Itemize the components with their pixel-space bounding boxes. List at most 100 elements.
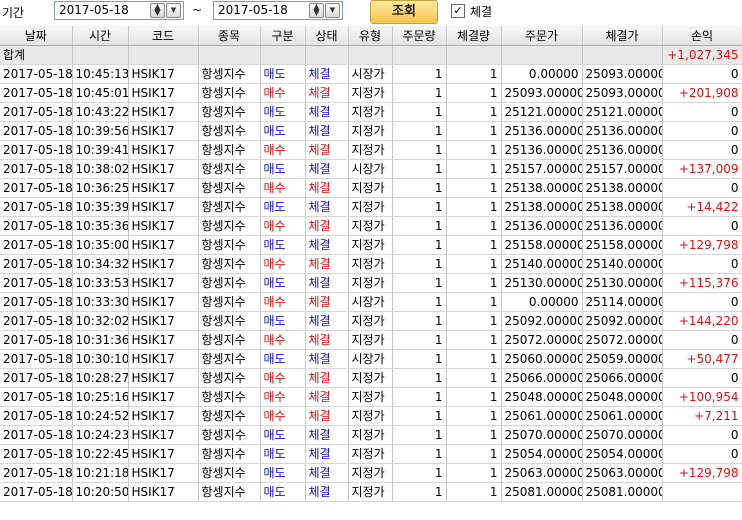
cell-side: 매수	[260, 406, 306, 426]
cell-order-price: 25138.00000	[501, 178, 583, 198]
cell-time: 10:35:36	[72, 216, 129, 236]
table-row[interactable]: 2017-05-18 10:33:53 HSIK17 항셍지수 매도 체결 지정가 1 1 251…	[0, 273, 742, 293]
cell-time: 10:33:30	[72, 292, 129, 312]
table-row[interactable]: 2017-05-18 10:32:02 HSIK17 항셍지수 매도 체결 지정가 1 1 250…	[0, 311, 742, 331]
table-row[interactable]: 2017-05-18 10:20:50 HSIK17 항셍지수 매도 체결 지정가 1 1 250…	[0, 482, 742, 502]
header-order-qty[interactable]: 주문량	[392, 26, 447, 46]
cell-pnl: +7,211	[662, 406, 742, 426]
cell-filled-qty: 1	[446, 368, 502, 388]
execution-table: 날짜 시간 코드 종목 구분 상태 유형 주문량 체결량 주문가 체결가 손익 …	[0, 26, 742, 502]
end-date-dropdown-icon[interactable]: ▼	[325, 3, 340, 18]
table-row[interactable]: 2017-05-18 10:45:01 HSIK17 항셍지수 매수 체결 지정가 1 1 250…	[0, 83, 742, 103]
header-code[interactable]: 코드	[128, 26, 199, 46]
cell-order-price: 25136.00000	[501, 121, 583, 141]
cell-name: 항셍지수	[198, 292, 261, 312]
table-row[interactable]: 2017-05-18 10:30:10 HSIK17 항셍지수 매도 체결 시장가 1 1 250…	[0, 349, 742, 369]
cell-fill-price: 25081.00000	[582, 482, 663, 502]
table-row[interactable]: 2017-05-18 10:21:18 HSIK17 항셍지수 매도 체결 지정가 1 1 250…	[0, 463, 742, 483]
cell-order-price: 25130.00000	[501, 273, 583, 293]
cell-date: 2017-05-18	[0, 273, 73, 293]
cell-order-price: 25060.00000	[501, 349, 583, 369]
cell-date: 2017-05-18	[0, 159, 73, 179]
search-button[interactable]: 조회	[370, 0, 438, 24]
table-row[interactable]: 2017-05-18 10:28:27 HSIK17 항셍지수 매수 체결 지정가 1 1 250…	[0, 368, 742, 388]
cell-name: 항셍지수	[198, 140, 261, 160]
cell-code: HSIK17	[128, 102, 199, 122]
header-filled-qty[interactable]: 체결량	[446, 26, 502, 46]
filled-checkbox[interactable]: ✓	[451, 4, 465, 18]
cell-filled-qty: 1	[446, 482, 502, 502]
table-row[interactable]: 2017-05-18 10:24:23 HSIK17 항셍지수 매도 체결 지정가 1 1 250…	[0, 425, 742, 445]
table-row[interactable]: 2017-05-18 10:45:13 HSIK17 항셍지수 매도 체결 시장가 1 1 0.0…	[0, 64, 742, 84]
cell-name: 항셍지수	[198, 159, 261, 179]
cell-filled-qty: 1	[446, 311, 502, 331]
summary-empty	[501, 45, 583, 65]
execution-grid[interactable]: 날짜 시간 코드 종목 구분 상태 유형 주문량 체결량 주문가 체결가 손익 …	[0, 26, 742, 520]
cell-status: 체결	[305, 64, 349, 84]
cell-status: 체결	[305, 254, 349, 274]
cell-side: 매수	[260, 330, 306, 350]
end-date-input[interactable]: 2017-05-18 ▲ ▼ ▼	[213, 1, 343, 20]
cell-side: 매도	[260, 102, 306, 122]
cell-side: 매수	[260, 140, 306, 160]
cell-status: 체결	[305, 140, 349, 160]
cell-order-qty: 1	[392, 330, 447, 350]
table-row[interactable]: 2017-05-18 10:39:41 HSIK17 항셍지수 매수 체결 지정가 1 1 251…	[0, 140, 742, 160]
cell-side: 매도	[260, 273, 306, 293]
table-row[interactable]: 2017-05-18 10:35:00 HSIK17 항셍지수 매도 체결 지정가 1 1 251…	[0, 235, 742, 255]
header-pnl[interactable]: 손익	[662, 26, 742, 46]
start-date-dropdown-icon[interactable]: ▼	[166, 3, 181, 18]
header-time[interactable]: 시간	[72, 26, 129, 46]
table-row[interactable]: 2017-05-18 10:25:16 HSIK17 항셍지수 매수 체결 지정가 1 1 250…	[0, 387, 742, 407]
summary-label: 합계	[0, 45, 73, 65]
table-row[interactable]: 2017-05-18 10:31:36 HSIK17 항셍지수 매수 체결 지정가 1 1 250…	[0, 330, 742, 350]
table-row[interactable]: 2017-05-18 10:22:45 HSIK17 항셍지수 매도 체결 지정가 1 1 250…	[0, 444, 742, 464]
cell-time: 10:34:32	[72, 254, 129, 274]
cell-type: 지정가	[348, 102, 393, 122]
header-order-price[interactable]: 주문가	[501, 26, 583, 46]
table-row[interactable]: 2017-05-18 10:36:25 HSIK17 항셍지수 매수 체결 지정가 1 1 251…	[0, 178, 742, 198]
cell-side: 매수	[260, 254, 306, 274]
cell-pnl: +201,908	[662, 83, 742, 103]
cell-order-qty: 1	[392, 121, 447, 141]
cell-time: 10:24:23	[72, 425, 129, 445]
cell-pnl: +129,798	[662, 463, 742, 483]
cell-date: 2017-05-18	[0, 254, 73, 274]
cell-status: 체결	[305, 444, 349, 464]
cell-date: 2017-05-18	[0, 197, 73, 217]
cell-order-price: 25092.00000	[501, 311, 583, 331]
cell-type: 지정가	[348, 197, 393, 217]
table-row[interactable]: 2017-05-18 10:35:39 HSIK17 항셍지수 매도 체결 지정가 1 1 251…	[0, 197, 742, 217]
header-status[interactable]: 상태	[305, 26, 349, 46]
cell-status: 체결	[305, 159, 349, 179]
cell-pnl: 0	[662, 64, 742, 84]
header-name[interactable]: 종목	[198, 26, 261, 46]
cell-filled-qty: 1	[446, 216, 502, 236]
cell-order-price: 25054.00000	[501, 444, 583, 464]
cell-order-qty: 1	[392, 140, 447, 160]
cell-code: HSIK17	[128, 159, 199, 179]
end-date-spin-icon[interactable]: ▲ ▼	[309, 3, 324, 18]
table-row[interactable]: 2017-05-18 10:34:32 HSIK17 항셍지수 매수 체결 지정가 1 1 251…	[0, 254, 742, 274]
cell-fill-price: 25072.00000	[582, 330, 663, 350]
cell-name: 항셍지수	[198, 216, 261, 236]
cell-order-qty: 1	[392, 216, 447, 236]
header-type[interactable]: 유형	[348, 26, 393, 46]
table-row[interactable]: 2017-05-18 10:35:36 HSIK17 항셍지수 매수 체결 지정가 1 1 251…	[0, 216, 742, 236]
start-date-spin-icon[interactable]: ▲ ▼	[150, 3, 165, 18]
start-date-value: 2017-05-18	[59, 3, 129, 17]
table-row[interactable]: 2017-05-18 10:39:56 HSIK17 항셍지수 매도 체결 지정가 1 1 251…	[0, 121, 742, 141]
header-fill-price[interactable]: 체결가	[582, 26, 663, 46]
table-row[interactable]: 2017-05-18 10:33:30 HSIK17 항셍지수 매수 체결 시장가 1 1 0.0…	[0, 292, 742, 312]
cell-date: 2017-05-18	[0, 387, 73, 407]
start-date-input[interactable]: 2017-05-18 ▲ ▼ ▼	[54, 1, 184, 20]
cell-side: 매수	[260, 83, 306, 103]
cell-fill-price: 25138.00000	[582, 178, 663, 198]
table-row[interactable]: 2017-05-18 10:43:22 HSIK17 항셍지수 매도 체결 지정가 1 1 251…	[0, 102, 742, 122]
table-row[interactable]: 2017-05-18 10:38:02 HSIK17 항셍지수 매도 체결 시장가 1 1 251…	[0, 159, 742, 179]
summary-empty	[198, 45, 261, 65]
cell-order-price: 25093.00000	[501, 83, 583, 103]
header-date[interactable]: 날짜	[0, 26, 73, 46]
header-side[interactable]: 구분	[260, 26, 306, 46]
table-row[interactable]: 2017-05-18 10:24:52 HSIK17 항셍지수 매수 체결 지정가 1 1 250…	[0, 406, 742, 426]
